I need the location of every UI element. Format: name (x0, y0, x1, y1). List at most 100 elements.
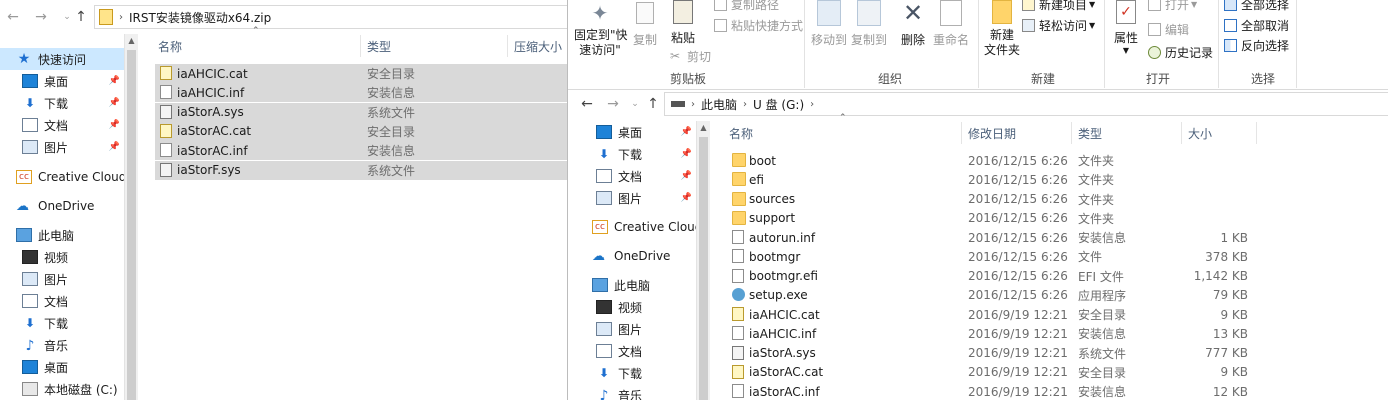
new-item-button[interactable]: 新建项目 ▼ (1022, 0, 1095, 13)
nav-item[interactable]: ⬇ 下载 📌 (0, 92, 124, 114)
pin-icon[interactable]: 📌 (109, 98, 120, 108)
nav-item[interactable]: 文档 📌 (0, 114, 124, 136)
scroll-up-icon[interactable]: ▲ (697, 123, 710, 132)
column-size[interactable]: 大小 (1188, 125, 1212, 142)
nav-item[interactable]: 图片 (0, 268, 124, 290)
breadcrumb-usb-drive[interactable]: U 盘 (G:) (753, 96, 804, 113)
table-row[interactable]: sources 2016/12/15 6:26 文件夹 (728, 190, 1258, 209)
nav-item[interactable]: 视频 (592, 296, 696, 318)
table-row[interactable]: iaAHCIC.inf 安装信息 (155, 83, 567, 103)
nav-item[interactable]: cc Creative Cloud F (592, 216, 696, 238)
file-date: 2016/12/15 6:26 (968, 211, 1068, 226)
back-arrow-icon[interactable]: ← (2, 9, 24, 25)
breadcrumb-this-pc[interactable]: 此电脑 (701, 96, 737, 113)
table-row[interactable]: support 2016/12/15 6:26 文件夹 (728, 209, 1258, 228)
properties-button[interactable]: ✓ 属性 ▼ (1110, 0, 1142, 55)
column-name[interactable]: 名称 (158, 38, 182, 55)
pin-icon[interactable]: 📌 (109, 142, 120, 152)
table-row[interactable]: iaStorAC.inf 2016/9/19 12:21 安装信息 12 KB (728, 382, 1258, 400)
nav-item[interactable]: ☁ OneDrive (592, 245, 696, 267)
table-row[interactable]: iaStorA.sys 2016/9/19 12:21 系统文件 777 KB (728, 344, 1258, 363)
table-row[interactable]: iaAHCIC.cat 安全目录 (155, 64, 567, 83)
column-type[interactable]: 类型 (1078, 125, 1102, 142)
scroll-up-icon[interactable]: ▲ (125, 36, 138, 45)
copy-button[interactable]: 复制 (630, 2, 660, 48)
nav-item[interactable]: ♪ 音乐 (0, 334, 124, 356)
table-row[interactable]: efi 2016/12/15 6:26 文件夹 (728, 170, 1258, 189)
nav-item[interactable]: ☁ OneDrive (0, 195, 124, 217)
open-button[interactable]: 打开 ▼ (1148, 0, 1197, 13)
forward-arrow-icon[interactable]: → (30, 9, 52, 25)
forward-arrow-icon[interactable]: → (602, 96, 624, 112)
left-nav-scrollbar[interactable]: ▲ (124, 34, 138, 400)
nav-item[interactable]: 图片 📌 (592, 187, 696, 209)
pin-icon[interactable]: 📌 (109, 120, 120, 130)
table-row[interactable]: bootmgr 2016/12/15 6:26 文件 378 KB (728, 247, 1258, 266)
nav-item[interactable]: 图片 (592, 318, 696, 340)
nav-item[interactable]: 视频 (0, 246, 124, 268)
edit-button[interactable]: 编辑 (1148, 21, 1189, 38)
pin-quick-access-button[interactable]: ✦ 固定到"快 速访问" (574, 2, 628, 58)
table-row[interactable]: iaStorAC.cat 安全目录 (155, 121, 567, 141)
nav-item[interactable]: 此电脑 (0, 224, 124, 246)
table-row[interactable]: boot 2016/12/15 6:26 文件夹 (728, 151, 1258, 170)
table-row[interactable]: iaStorAC.inf 安装信息 (155, 141, 567, 161)
nav-item[interactable]: 桌面 📌 (0, 70, 124, 92)
table-row[interactable]: bootmgr.efi 2016/12/15 6:26 EFI 文件 1,142 KB (728, 267, 1258, 286)
nav-item[interactable]: ★ 快速访问 (0, 48, 124, 70)
cut-button[interactable]: ✂ 剪切 (670, 48, 711, 65)
table-row[interactable]: setup.exe 2016/12/15 6:26 应用程序 79 KB (728, 286, 1258, 305)
pin-icon[interactable]: 📌 (681, 171, 692, 181)
table-row[interactable]: iaStorF.sys 系统文件 (155, 160, 567, 180)
copy-to-button[interactable]: 复制到 (850, 0, 888, 48)
left-nav-scroll-thumb[interactable] (127, 50, 136, 400)
nav-item[interactable]: cc Creative Cloud F (0, 166, 124, 188)
pin-icon[interactable]: 📌 (681, 149, 692, 159)
nav-item[interactable]: 桌面 📌 (592, 121, 696, 143)
copy-path-button[interactable]: 复制路径 (714, 0, 779, 13)
left-address-bar[interactable]: › IRST安装镜像驱动x64.zip (94, 5, 567, 29)
column-date-modified[interactable]: 修改日期 (968, 125, 1016, 142)
easy-access-button[interactable]: 轻松访问 ▼ (1022, 17, 1095, 34)
nav-item[interactable]: 文档 📌 (592, 165, 696, 187)
column-compressed-size[interactable]: 压缩大小 (514, 38, 562, 55)
nav-item[interactable]: 桌面 (0, 356, 124, 378)
new-folder-button[interactable]: 新建 文件夹 (982, 0, 1022, 58)
column-name[interactable]: 名称 (729, 125, 753, 142)
nav-item[interactable]: ⬇ 下载 (0, 312, 124, 334)
nav-item[interactable]: 图片 📌 (0, 136, 124, 158)
invert-selection-button[interactable]: 反向选择 (1224, 37, 1289, 54)
up-arrow-icon[interactable]: ↑ (642, 96, 664, 112)
nav-item[interactable]: ⬇ 下载 (592, 362, 696, 384)
right-nav-scrollbar[interactable]: ▲ (696, 121, 710, 400)
nav-item[interactable]: 文档 (592, 340, 696, 362)
back-arrow-icon[interactable]: ← (576, 96, 598, 112)
file-size: 1,142 KB (1193, 269, 1248, 283)
table-row[interactable]: iaStorA.sys 系统文件 (155, 102, 567, 122)
rename-button[interactable]: 重命名 (932, 0, 970, 48)
left-navigation-pane: ★ 快速访问桌面 📌 ⬇ 下载 📌 文档 📌 图片 📌 cc Creative Cloud F ☁ One… (0, 48, 124, 400)
pin-icon[interactable]: 📌 (109, 76, 120, 86)
move-to-button[interactable]: 移动到 (810, 0, 848, 48)
history-button[interactable]: 历史记录 (1148, 44, 1213, 61)
nav-item[interactable]: 本地磁盘 (C:) (0, 378, 124, 400)
paste-button[interactable]: 粘贴 (666, 0, 700, 46)
up-arrow-icon[interactable]: ↑ (70, 9, 92, 25)
select-all-button[interactable]: 全部选择 (1224, 0, 1289, 13)
paste-shortcut-button[interactable]: 粘贴快捷方式 (714, 17, 803, 34)
table-row[interactable]: iaStorAC.cat 2016/9/19 12:21 安全目录 9 KB (728, 363, 1258, 382)
table-row[interactable]: iaAHCIC.cat 2016/9/19 12:21 安全目录 9 KB (728, 305, 1258, 324)
nav-item[interactable]: ♪ 音乐 (592, 384, 696, 400)
table-row[interactable]: autorun.inf 2016/12/15 6:26 安装信息 1 KB (728, 228, 1258, 247)
pin-icon[interactable]: 📌 (681, 127, 692, 137)
nav-item[interactable]: 此电脑 (592, 274, 696, 296)
table-row[interactable]: iaAHCIC.inf 2016/9/19 12:21 安装信息 13 KB (728, 324, 1258, 343)
pin-icon[interactable]: 📌 (681, 193, 692, 203)
column-type[interactable]: 类型 (367, 38, 391, 55)
select-none-button[interactable]: 全部取消 (1224, 17, 1289, 34)
nav-item[interactable]: 文档 (0, 290, 124, 312)
nav-item[interactable]: ⬇ 下载 📌 (592, 143, 696, 165)
right-nav-scroll-thumb[interactable] (699, 137, 708, 400)
delete-button[interactable]: ✕ 删除 (898, 0, 928, 48)
right-address-bar[interactable]: › 此电脑 › U 盘 (G:) › (664, 92, 1388, 116)
